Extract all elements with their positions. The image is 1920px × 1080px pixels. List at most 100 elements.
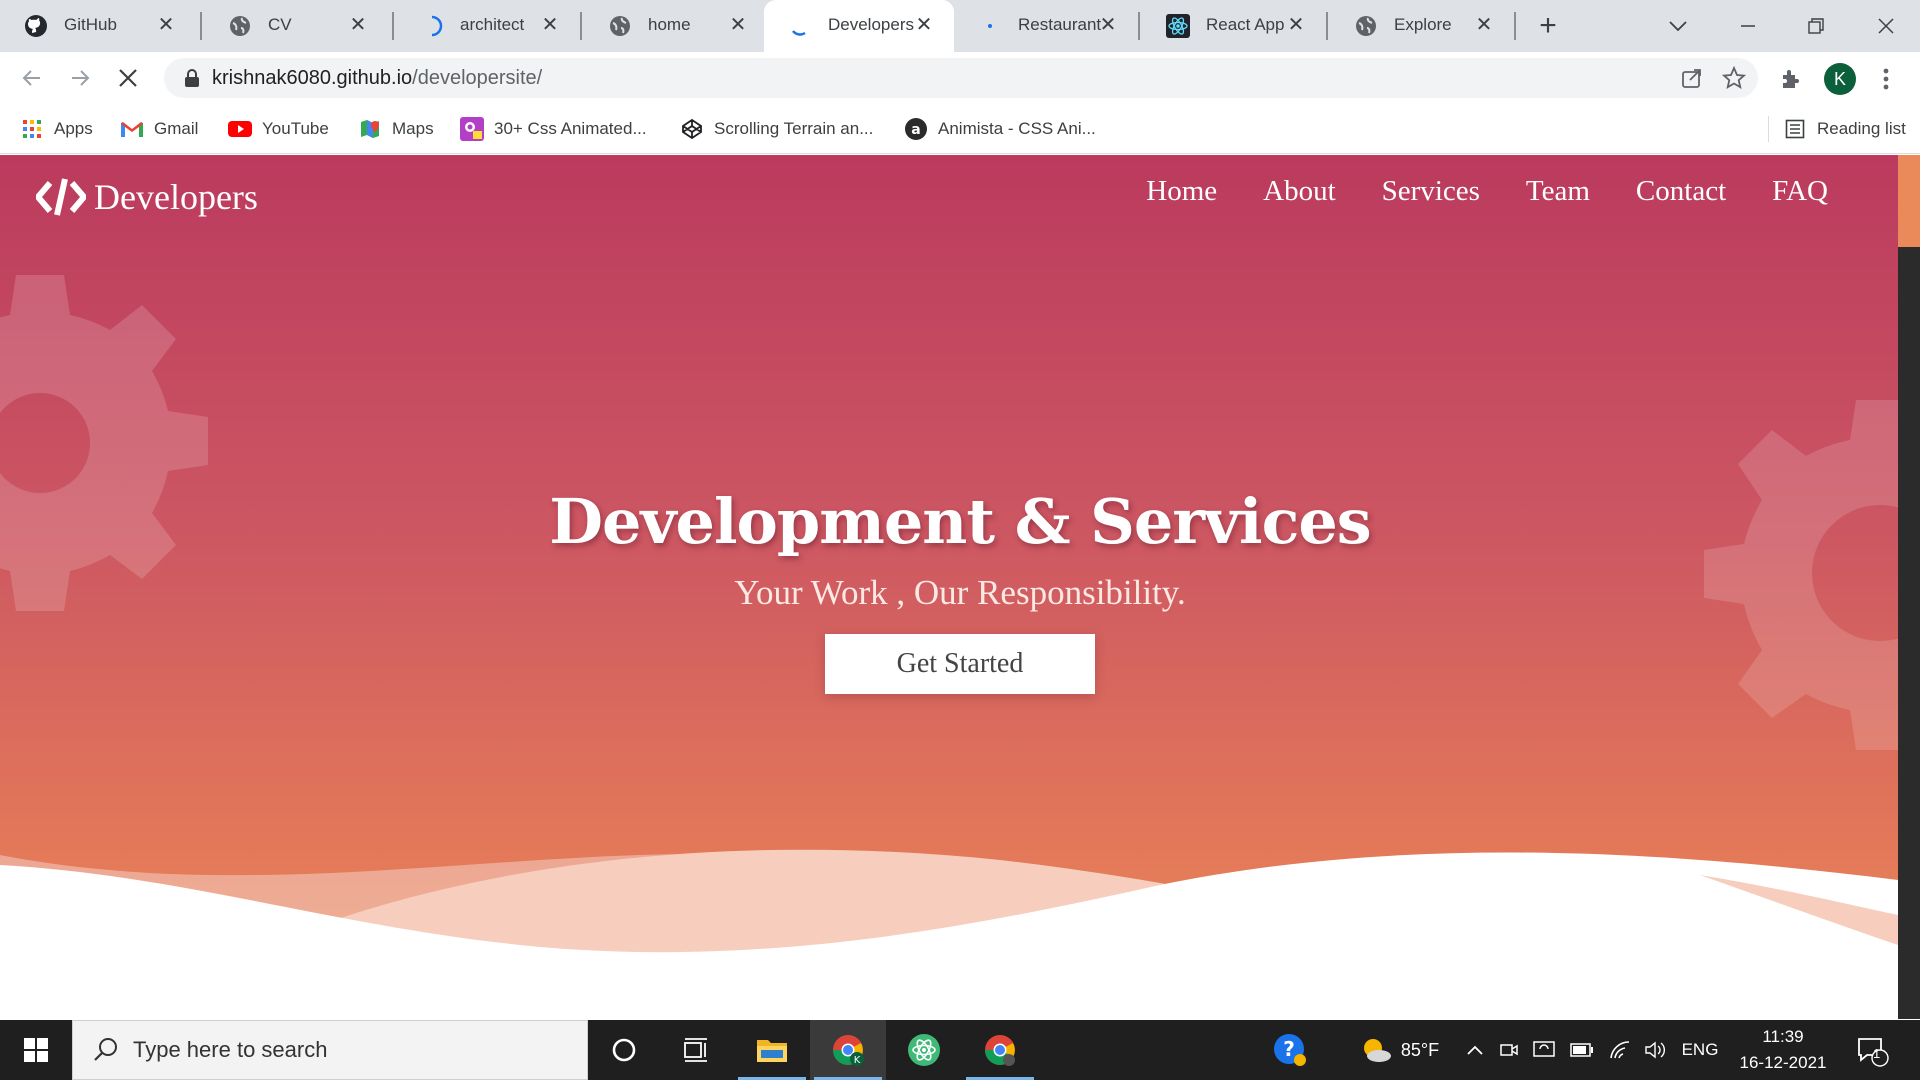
close-icon[interactable]: ✕ [1096, 12, 1120, 36]
reading-list-button[interactable]: Reading list [1768, 114, 1906, 144]
url-text: krishnak6080.github.io/developersite/ [212, 67, 542, 90]
back-button[interactable] [14, 60, 50, 96]
maps-icon [358, 117, 382, 141]
share-icon[interactable] [1678, 64, 1706, 92]
bookmark-css-animated[interactable]: 30+ Css Animated... [460, 114, 647, 144]
language-indicator[interactable]: ENG [1680, 1020, 1720, 1080]
lock-icon [182, 68, 202, 88]
scrollbar-thumb[interactable] [1898, 155, 1920, 247]
tab-react-app[interactable]: React App ✕ [1142, 0, 1326, 52]
file-explorer-button[interactable] [734, 1020, 810, 1080]
bookmark-label: Apps [54, 119, 93, 138]
clock-time: 11:39 [1762, 1027, 1804, 1046]
bookmark-apps[interactable]: Apps [20, 114, 93, 144]
notification-center-button[interactable]: 1 [1852, 1020, 1892, 1080]
close-icon[interactable]: ✕ [726, 12, 750, 36]
page-viewport: Developers Home About Services Team Cont… [0, 155, 1920, 1019]
cortana-icon [612, 1038, 636, 1062]
close-icon[interactable]: ✕ [1472, 12, 1496, 36]
plus-icon: + [1539, 9, 1557, 42]
weather-widget[interactable]: 85°F [1348, 1020, 1450, 1080]
scrollbar-track[interactable] [1898, 155, 1920, 1019]
windows-taskbar: Type here to search K ? 85°F ENG 11:39 1… [0, 1020, 1920, 1080]
wifi-icon[interactable] [1604, 1020, 1636, 1080]
bookmark-label: Maps [392, 119, 434, 138]
github-icon [24, 14, 48, 38]
address-bar[interactable]: krishnak6080.github.io/developersite/ [164, 58, 1758, 98]
react-icon [1166, 14, 1190, 38]
bookmark-gmail[interactable]: Gmail [120, 114, 198, 144]
help-icon: ? [1274, 1034, 1306, 1066]
restore-icon [1808, 18, 1824, 34]
tab-separator [1514, 12, 1516, 40]
divider [1768, 116, 1769, 142]
taskbar-search-input[interactable]: Type here to search [72, 1020, 588, 1080]
bookmark-star-icon[interactable] [1720, 64, 1748, 92]
volume-icon[interactable] [1640, 1020, 1672, 1080]
tab-cv[interactable]: CV ✕ [204, 0, 388, 52]
tab-architect[interactable]: architect ✕ [396, 0, 580, 52]
close-icon[interactable]: ✕ [1284, 12, 1308, 36]
animista-icon: a [904, 117, 928, 141]
gmail-icon [120, 117, 144, 141]
new-tab-button[interactable]: + [1530, 9, 1566, 42]
meet-now-icon[interactable] [1494, 1020, 1524, 1080]
start-button[interactable] [0, 1020, 72, 1080]
bookmark-youtube[interactable]: YouTube [228, 114, 329, 144]
close-window-button[interactable] [1858, 8, 1914, 44]
display-icon[interactable] [1528, 1020, 1560, 1080]
chrome-button[interactable] [962, 1020, 1038, 1080]
tab-search-button[interactable] [1650, 8, 1706, 44]
globe-icon [608, 14, 632, 38]
task-view-button[interactable] [658, 1020, 734, 1080]
tab-explore[interactable]: Explore ✕ [1330, 0, 1514, 52]
show-hidden-icons-button[interactable] [1460, 1020, 1490, 1080]
tab-title: Restaurant [1018, 15, 1102, 34]
search-placeholder: Type here to search [133, 1037, 328, 1062]
bookmark-label: YouTube [262, 119, 329, 138]
close-icon[interactable]: ✕ [538, 12, 562, 36]
apps-grid-icon [20, 117, 44, 141]
tab-title: GitHub [64, 15, 117, 34]
cortana-button[interactable] [586, 1020, 662, 1080]
close-icon[interactable]: ✕ [912, 12, 936, 36]
hero-section: Developers Home About Services Team Cont… [0, 155, 1898, 1019]
tab-title: architect [460, 15, 525, 34]
minimize-button[interactable] [1720, 8, 1776, 44]
bookmark-label: Gmail [154, 119, 199, 138]
tab-title: React App [1206, 15, 1285, 34]
profile-avatar[interactable]: K [1824, 63, 1856, 95]
youtube-icon [228, 117, 252, 141]
loading-spinner-icon [788, 14, 812, 38]
bookmark-animista[interactable]: a Animista - CSS Ani... [904, 114, 1096, 144]
tab-home[interactable]: home ✕ [584, 0, 768, 52]
taskbar-clock[interactable]: 11:39 16-12-2021 [1728, 1024, 1838, 1076]
stop-loading-button[interactable] [110, 60, 146, 96]
wave-decoration [0, 849, 1898, 1019]
bookmark-label: Scrolling Terrain an... [714, 119, 874, 138]
search-icon [94, 1038, 117, 1061]
clock-date: 16-12-2021 [1739, 1053, 1827, 1072]
atom-editor-button[interactable] [886, 1020, 962, 1080]
kebab-menu-icon[interactable] [1872, 64, 1900, 94]
battery-icon[interactable] [1566, 1020, 1598, 1080]
tab-restaurant[interactable]: Restaurant ✕ [954, 0, 1138, 52]
close-icon[interactable]: ✕ [154, 12, 178, 36]
bookmark-maps[interactable]: Maps [358, 114, 434, 144]
close-icon[interactable]: ✕ [346, 12, 370, 36]
tab-separator [580, 12, 582, 40]
extensions-puzzle-icon[interactable] [1776, 64, 1806, 94]
bookmark-scrolling-terrain[interactable]: Scrolling Terrain an... [680, 114, 873, 144]
chrome-icon [985, 1035, 1015, 1066]
restore-button[interactable] [1788, 8, 1844, 44]
forward-button[interactable] [62, 60, 98, 96]
tab-separator [1138, 12, 1140, 40]
help-button[interactable]: ? [1268, 1020, 1312, 1080]
tab-title: home [648, 15, 691, 34]
notification-count: 1 [1873, 1046, 1881, 1061]
chrome-profile-k-button[interactable]: K [810, 1020, 886, 1080]
tab-developers[interactable]: Developers ✕ [764, 0, 954, 52]
atom-icon [908, 1034, 940, 1066]
arrow-right-icon [72, 70, 90, 86]
tab-github[interactable]: GitHub ✕ [0, 0, 196, 52]
